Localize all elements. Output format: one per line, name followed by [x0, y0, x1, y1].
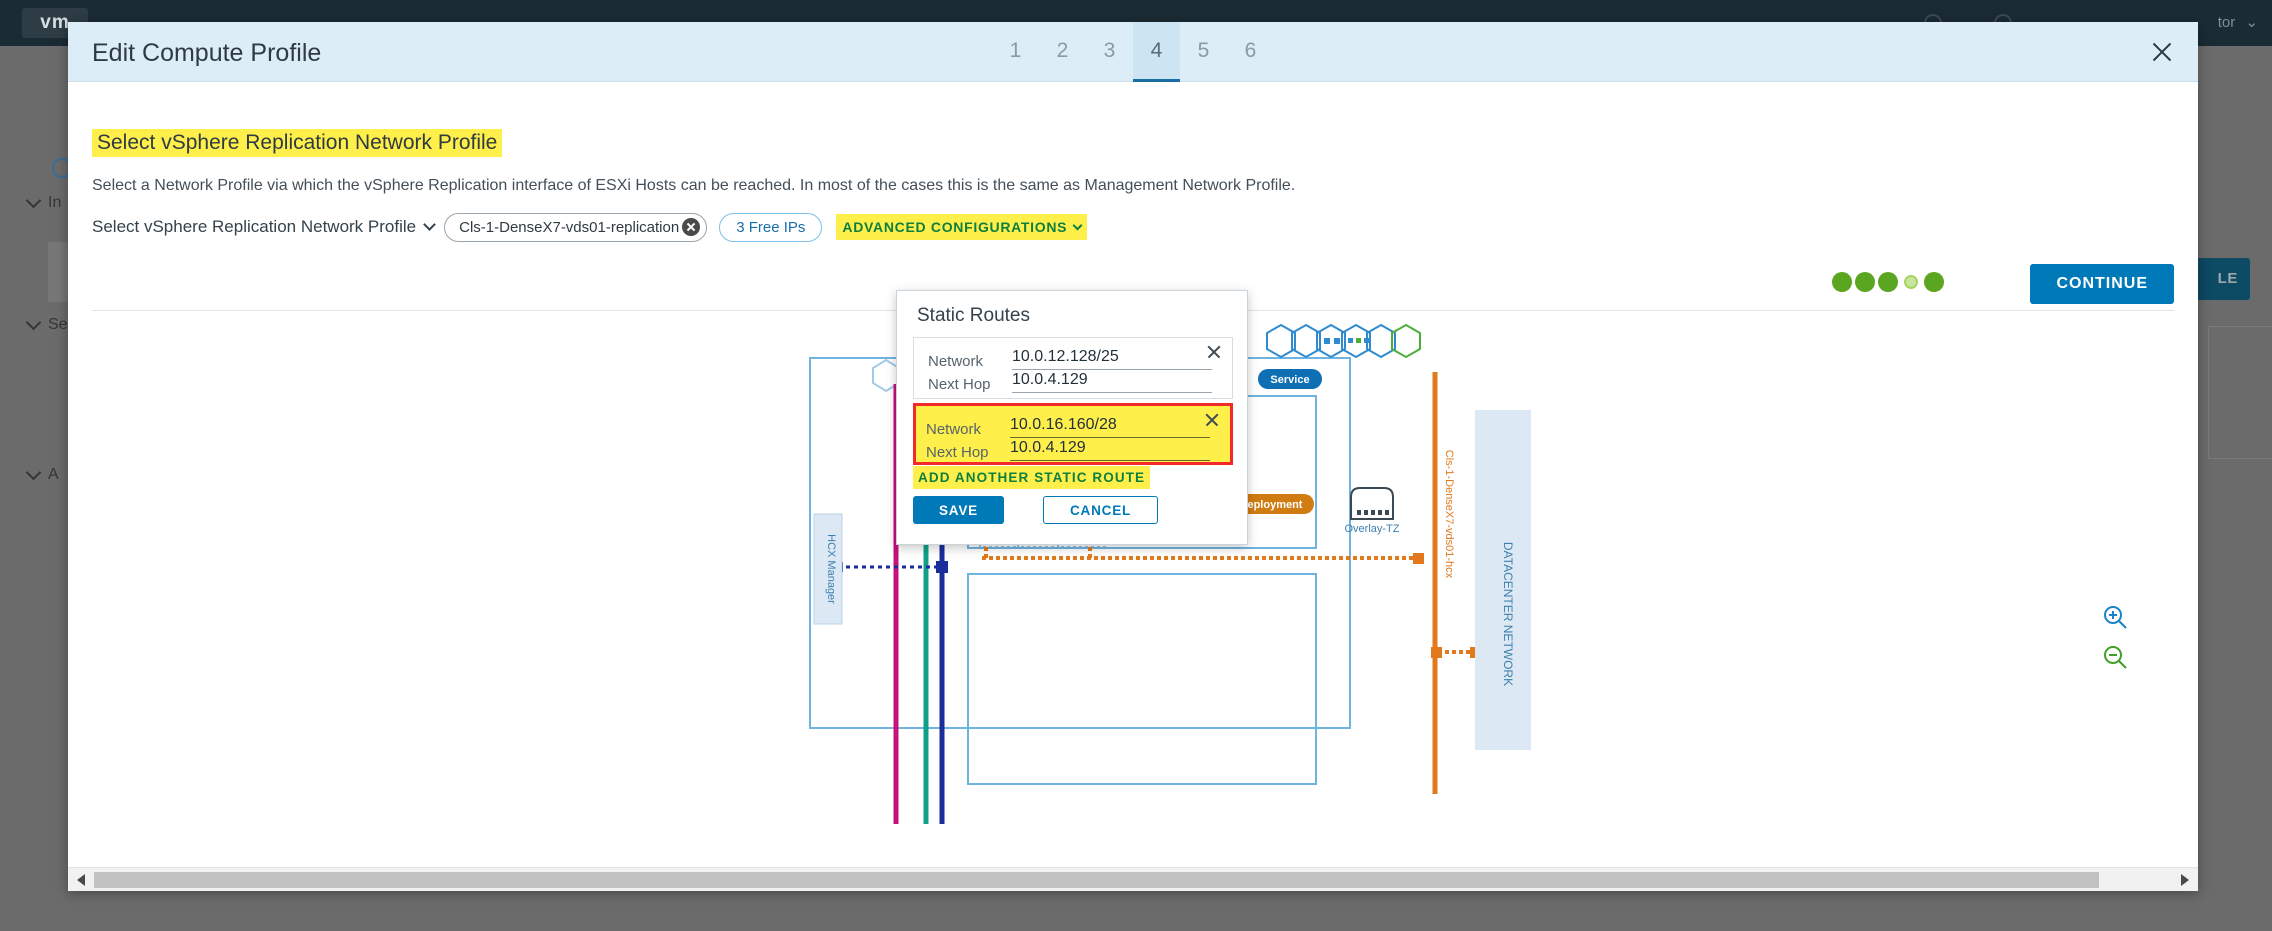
chevron-right-icon[interactable] — [2172, 867, 2198, 891]
popover-title: Static Routes — [917, 305, 1030, 326]
service-badge-label: Service — [1270, 374, 1309, 386]
sidebar-item-label: In — [48, 194, 62, 211]
page-title: Edit Compute Profile — [92, 39, 322, 67]
selected-profile-chip[interactable]: Cls-1-DenseX7-vds01-replication — [444, 212, 708, 242]
remove-profile-icon[interactable] — [682, 218, 701, 236]
section-title: Select vSphere Replication Network Profi… — [92, 129, 503, 157]
network-profile-label: Select vSphere Replication Network Profi… — [92, 217, 417, 236]
network-profile-row: Select vSphere Replication Network Profi… — [92, 210, 1088, 244]
zoom-in-icon[interactable] — [2102, 604, 2128, 635]
network-label: Network — [926, 421, 982, 438]
sidebar-item-1[interactable]: In — [25, 192, 62, 212]
network-label: Network — [928, 353, 984, 370]
continue-button[interactable]: CONTINUE — [2030, 264, 2174, 304]
sidebar-item-2[interactable]: Se — [25, 314, 68, 334]
progress-dot-3 — [1878, 272, 1898, 292]
deployment-badge-label: Deployment — [1240, 499, 1303, 511]
wizard-step-4[interactable]: 4 — [1133, 22, 1180, 82]
next-hop-label: Next Hop — [928, 376, 991, 393]
cancel-button[interactable]: CANCEL — [1043, 496, 1159, 524]
scrollbar-track[interactable] — [94, 871, 2172, 888]
add-another-static-route-button[interactable]: ADD ANOTHER STATIC ROUTE — [913, 466, 1151, 489]
datacenter-network-label: DATACENTER NETWORK — [1501, 542, 1515, 686]
static-route-card-2: Network 10.0.16.160/28 Next Hop 10.0.4.1… — [913, 403, 1233, 465]
sidebar-item-3[interactable]: A — [25, 464, 59, 484]
vds-vertical-label: Cls-1-DenseX7-vds01-hcx — [1443, 450, 1455, 579]
overlay-tz-label: Overlay-TZ — [1345, 523, 1400, 535]
network-input[interactable]: 10.0.16.160/28 — [1010, 416, 1210, 438]
next-hop-input[interactable]: 10.0.4.129 — [1010, 439, 1210, 461]
chevron-left-icon[interactable] — [68, 867, 94, 891]
next-hop-input[interactable]: 10.0.4.129 — [1012, 371, 1212, 393]
divider — [2208, 458, 2272, 459]
free-ips-badge: 3 Free IPs — [719, 212, 823, 242]
save-button[interactable]: SAVE — [913, 496, 1004, 524]
user-menu-label: tor — [2217, 14, 2236, 31]
sidebar-item-label: Se — [48, 316, 68, 333]
progress-dot-4 — [1901, 272, 1921, 292]
chevron-down-icon[interactable] — [423, 218, 436, 231]
progress-dot-5 — [1924, 272, 1944, 292]
section-description: Select a Network Profile via which the v… — [92, 177, 1296, 194]
progress-dots — [1832, 272, 1944, 292]
next-hop-field-row: Next Hop 10.0.4.129 — [926, 439, 1210, 461]
horizontal-scrollbar[interactable] — [68, 867, 2198, 891]
wizard-step-2[interactable]: 2 — [1039, 22, 1086, 82]
wizard-step-1[interactable]: 1 — [992, 22, 1039, 82]
static-route-card-1: Network 10.0.12.128/25 Next Hop 10.0.4.1… — [913, 337, 1233, 399]
network-field-row: Network 10.0.16.160/28 — [926, 416, 1210, 438]
service-hex-icons — [1266, 323, 1421, 359]
dialog-header: Edit Compute Profile 1 2 3 4 5 6 — [68, 22, 2198, 82]
edit-compute-profile-dialog: Edit Compute Profile 1 2 3 4 5 6 Select … — [68, 22, 2198, 891]
user-menu[interactable]: tor ⌄ — [2218, 13, 2258, 31]
progress-dot-2 — [1855, 272, 1875, 292]
selected-profile-label: Cls-1-DenseX7-vds01-replication — [459, 218, 680, 236]
hcx-manager-label: HCX Manager — [825, 534, 837, 604]
next-hop-field-row: Next Hop 10.0.4.129 — [928, 371, 1212, 393]
chevron-down-icon: ⌄ — [2245, 14, 2258, 31]
advanced-configurations-label: ADVANCED CONFIGURATIONS — [842, 219, 1068, 235]
chevron-down-icon — [25, 314, 42, 331]
chevron-down-icon — [1072, 220, 1083, 230]
wizard-step-3[interactable]: 3 — [1086, 22, 1133, 82]
close-icon[interactable] — [2146, 36, 2178, 68]
chevron-down-icon — [25, 464, 42, 481]
wizard-step-5[interactable]: 5 — [1180, 22, 1227, 82]
sidebar-item-label: A — [48, 466, 59, 483]
wizard-steps: 1 2 3 4 5 6 — [68, 22, 2198, 82]
progress-dot-1 — [1832, 272, 1852, 292]
scrollbar-thumb[interactable] — [94, 871, 2100, 888]
hex-icon-dots — [1324, 338, 1369, 344]
chevron-down-icon — [25, 192, 42, 209]
divider — [2208, 326, 2272, 327]
zoom-out-icon[interactable] — [2102, 644, 2128, 675]
dialog-body: Select vSphere Replication Network Profi… — [68, 82, 2198, 891]
network-field-row: Network 10.0.12.128/25 — [928, 348, 1212, 370]
divider — [2208, 326, 2209, 458]
network-input[interactable]: 10.0.12.128/25 — [1012, 348, 1212, 370]
static-routes-popover: Static Routes Network 10.0.12.128/25 Nex… — [896, 290, 1248, 545]
advanced-configurations-toggle[interactable]: ADVANCED CONFIGURATIONS — [836, 214, 1088, 240]
wizard-step-6[interactable]: 6 — [1227, 22, 1274, 82]
overlay-tz-icon — [1350, 487, 1394, 520]
next-hop-label: Next Hop — [926, 444, 989, 461]
